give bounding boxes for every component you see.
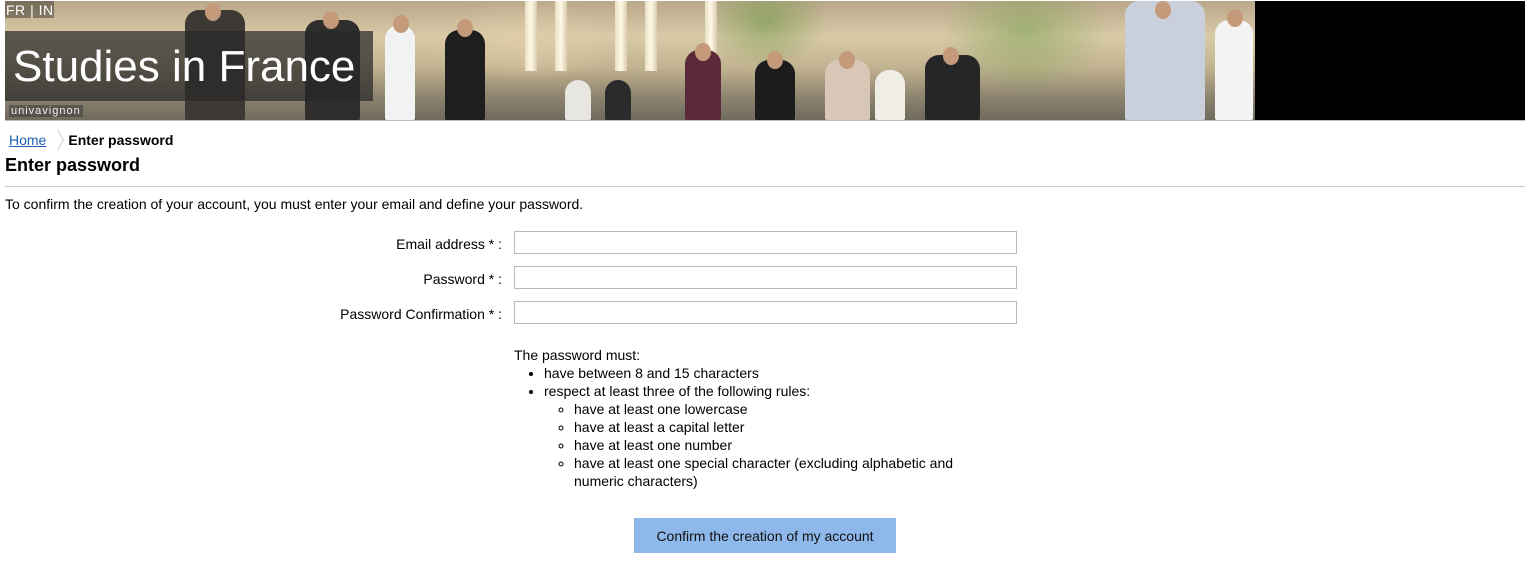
breadcrumb: Home Enter password (9, 130, 173, 150)
intro-text: To confirm the creation of your account,… (5, 196, 584, 212)
header-banner: FR | IN Studies in France univavignon (5, 1, 1525, 121)
divider (5, 186, 1525, 187)
language-switcher: FR | IN (5, 1, 54, 18)
lang-in-link[interactable]: IN (39, 2, 54, 18)
page-title: Enter password (5, 155, 141, 175)
rule-special: have at least one special character (exc… (574, 454, 994, 490)
email-field[interactable] (514, 231, 1017, 254)
breadcrumb-home-link[interactable]: Home (9, 132, 46, 148)
password-rules: The password must: have between 8 and 15… (514, 346, 994, 490)
password-confirm-label: Password Confirmation * : (340, 306, 502, 322)
password-field[interactable] (514, 266, 1017, 289)
rule-number: have at least one number (574, 436, 994, 454)
lang-fr-link[interactable]: FR (6, 2, 26, 18)
confirm-account-button[interactable]: Confirm the creation of my account (634, 518, 896, 553)
password-label: Password * : (423, 271, 502, 287)
banner-black-panel (1255, 1, 1525, 120)
rule-length: have between 8 and 15 characters (544, 364, 994, 382)
rule-lowercase: have at least one lowercase (574, 400, 994, 418)
email-label: Email address * : (396, 236, 502, 252)
breadcrumb-current: Enter password (68, 132, 174, 148)
password-sub-rules: have at least one lowercase have at leas… (544, 400, 994, 490)
password-rules-list: have between 8 and 15 characters respect… (514, 364, 994, 490)
rule-three-of: respect at least three of the following … (544, 382, 994, 490)
rule-three-of-label: respect at least three of the following … (544, 383, 811, 399)
breadcrumb-chevron-icon (52, 130, 60, 150)
rule-capital: have at least a capital letter (574, 418, 994, 436)
site-title: Studies in France (13, 42, 356, 91)
password-confirm-field[interactable] (514, 301, 1017, 324)
password-rules-heading: The password must: (514, 347, 641, 363)
university-logo: univavignon (9, 105, 83, 117)
lang-separator: | (30, 2, 35, 18)
